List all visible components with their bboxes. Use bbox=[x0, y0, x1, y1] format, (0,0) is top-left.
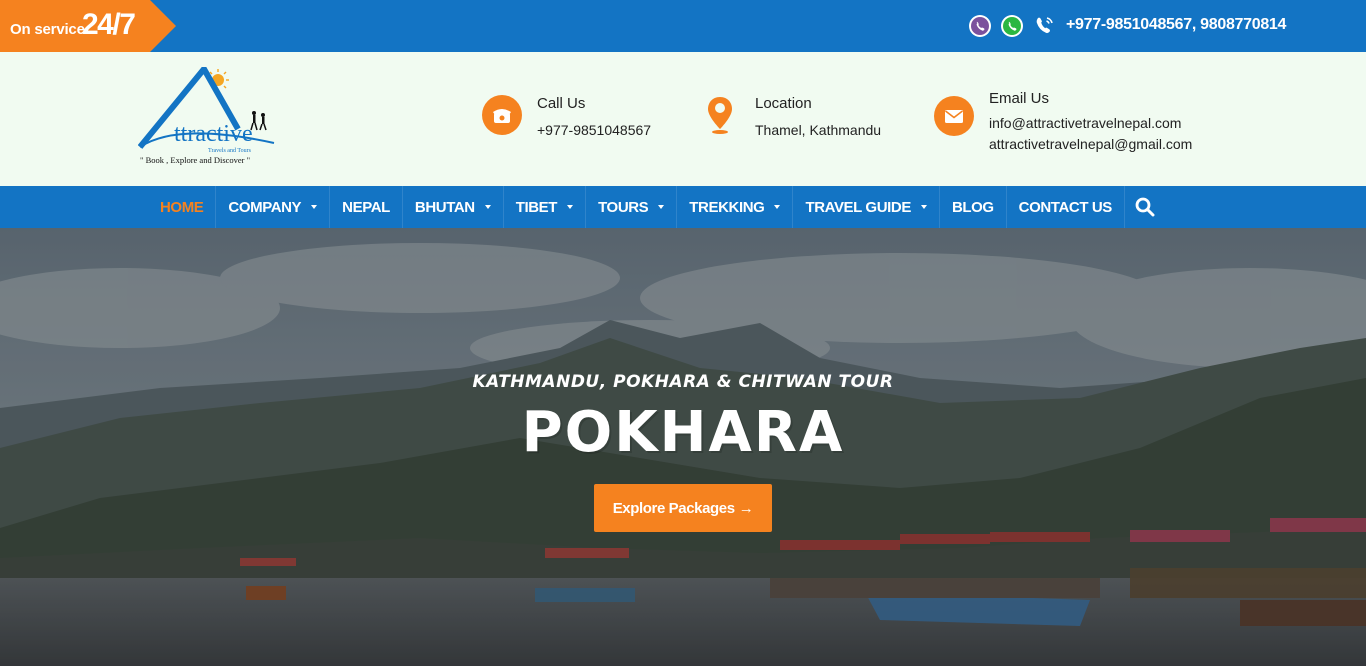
envelope-icon bbox=[934, 96, 974, 136]
explore-packages-button[interactable]: Explore Packages → bbox=[594, 484, 772, 532]
nav-item-tours[interactable]: TOURS bbox=[586, 186, 678, 228]
nav-item-trekking[interactable]: TREKKING bbox=[677, 186, 794, 228]
email-title: Email Us bbox=[989, 90, 1050, 107]
nav-item-home[interactable]: HOME bbox=[148, 186, 217, 228]
site-logo[interactable]: ttractive Travels and Tours " Book , Exp… bbox=[137, 63, 280, 171]
service-badge: On service 24/7 bbox=[0, 0, 176, 52]
chevron-down-icon bbox=[484, 205, 491, 209]
telephone-icon bbox=[482, 95, 522, 135]
info-header: ttractive Travels and Tours " Book , Exp… bbox=[0, 52, 1366, 186]
top-bar: On service 24/7 +977-9851048567, 9808770… bbox=[0, 0, 1366, 52]
logo-tagline: " Book , Explore and Discover " bbox=[140, 155, 250, 165]
hero-title: POKHARA bbox=[521, 400, 845, 465]
location-pin-icon bbox=[706, 95, 734, 135]
location-value: Thamel, Kathmandu bbox=[755, 122, 882, 138]
email-secondary[interactable]: attractivetravelnepal@gmail.com bbox=[989, 134, 1192, 155]
nav-item-tibet[interactable]: TIBET bbox=[504, 186, 587, 228]
service-text: On service bbox=[10, 21, 85, 38]
top-phone-numbers[interactable]: +977-9851048567, 9808770814 bbox=[1066, 16, 1286, 34]
call-number[interactable]: +977-9851048567 bbox=[537, 120, 651, 141]
contact-icons bbox=[968, 13, 1056, 39]
whatsapp-icon[interactable] bbox=[1000, 14, 1024, 38]
chevron-down-icon bbox=[774, 205, 781, 209]
chevron-down-icon bbox=[658, 205, 665, 209]
contact-email: Email Us info@attractivetravelnepal.com … bbox=[934, 90, 1192, 155]
contact-location: Location Thamel, Kathmandu bbox=[706, 95, 881, 141]
viber-icon[interactable] bbox=[968, 14, 992, 38]
nav-item-nepal[interactable]: NEPAL bbox=[330, 186, 403, 228]
chevron-down-icon bbox=[920, 205, 927, 209]
chevron-down-icon bbox=[311, 205, 318, 209]
nav-item-bhutan[interactable]: BHUTAN bbox=[403, 186, 504, 228]
location-title: Location bbox=[755, 95, 812, 112]
hero-banner: KATHMANDU, POKHARA & CHITWAN TOUR POKHAR… bbox=[0, 228, 1366, 666]
contact-call: Call Us +977-9851048567 bbox=[482, 95, 651, 141]
arrow-right-icon: → bbox=[738, 499, 754, 517]
nav-item-travel-guide[interactable]: TRAVEL GUIDE bbox=[793, 186, 940, 228]
nav-item-contact-us[interactable]: CONTACT US bbox=[1007, 186, 1125, 228]
search-icon[interactable] bbox=[1133, 186, 1157, 228]
main-nav: HOME COMPANY NEPAL BHUTAN TIBET TOURS TR… bbox=[0, 186, 1366, 228]
nav-item-blog[interactable]: BLOG bbox=[940, 186, 1007, 228]
phone-icon[interactable] bbox=[1032, 14, 1056, 38]
logo-subtitle: Travels and Tours bbox=[208, 148, 252, 154]
email-primary[interactable]: info@attractivetravelnepal.com bbox=[989, 113, 1192, 134]
explore-packages-label: Explore Packages bbox=[612, 499, 735, 517]
service-hours: 24/7 bbox=[82, 8, 136, 41]
call-title: Call Us bbox=[537, 95, 586, 112]
chevron-down-icon bbox=[567, 205, 574, 209]
hero-subtitle: KATHMANDU, POKHARA & CHITWAN TOUR bbox=[472, 372, 894, 392]
nav-menu: HOME COMPANY NEPAL BHUTAN TIBET TOURS TR… bbox=[148, 186, 1157, 228]
logo-wordmark: ttractive bbox=[174, 121, 253, 147]
nav-item-company[interactable]: COMPANY bbox=[216, 186, 331, 228]
